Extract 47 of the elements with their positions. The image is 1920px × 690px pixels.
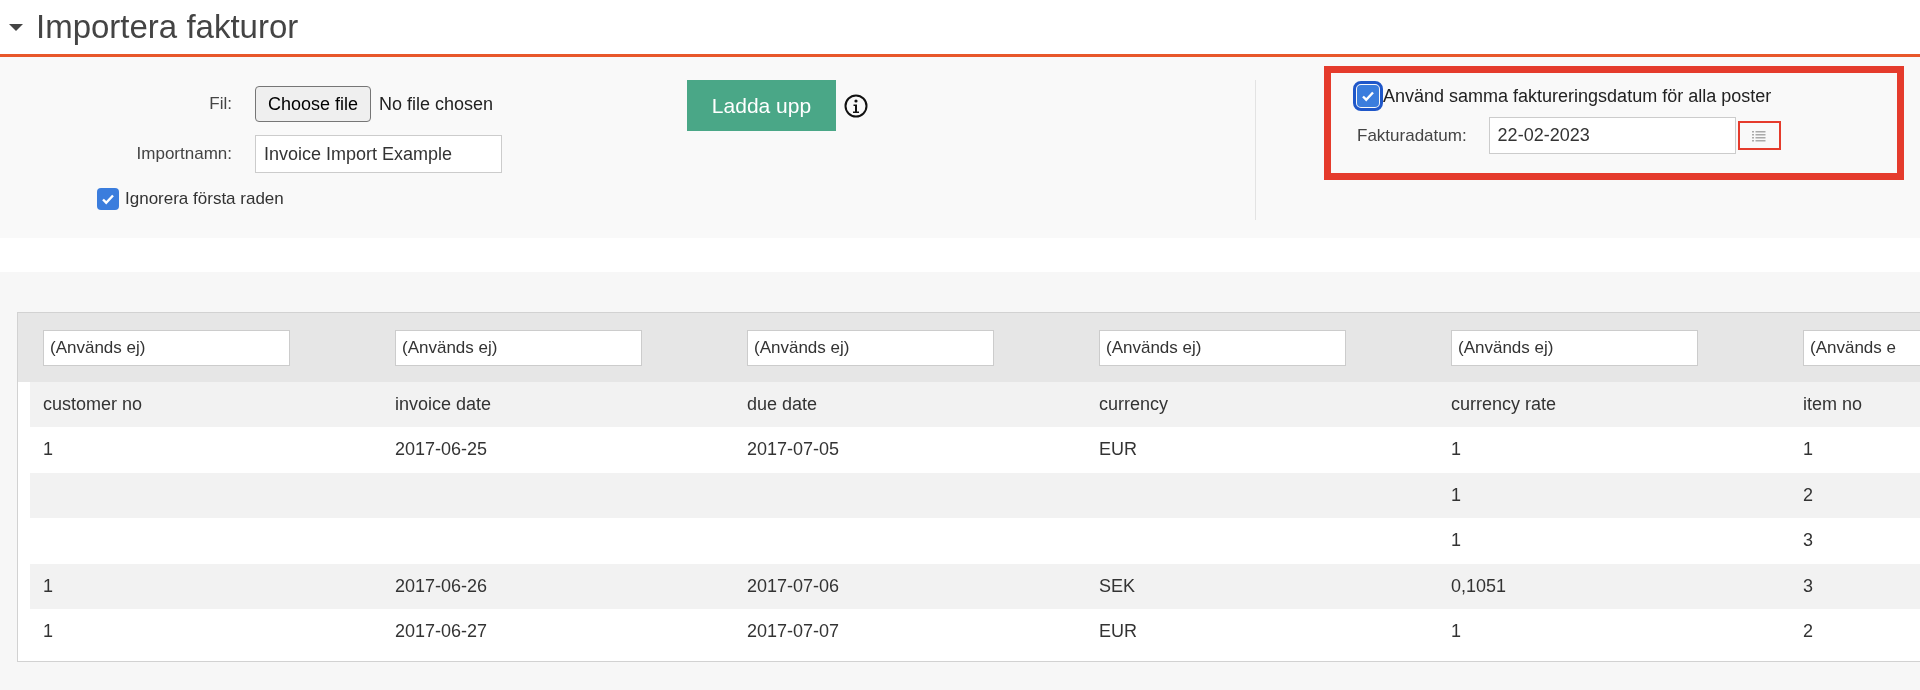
choose-file-button[interactable]: Choose file xyxy=(255,86,372,122)
table-cell-text: 2017-07-05 xyxy=(746,439,841,461)
column-mapping-field[interactable]: (Används ej) xyxy=(1099,329,1346,366)
column-header: due date xyxy=(746,394,819,415)
file-label: Fil: xyxy=(208,94,232,114)
table-cell-text: 1 xyxy=(1450,621,1462,643)
checkbox[interactable] xyxy=(97,188,119,210)
import-name-label: Importnamn: xyxy=(135,144,232,164)
table-cell-text: 0,1051 xyxy=(1450,575,1508,597)
table-cell-text: 3 xyxy=(1802,530,1814,552)
invoice-date-field[interactable]: 22-02-2023 xyxy=(1488,117,1736,154)
column-header: item no xyxy=(1802,394,1864,415)
column-mapping-field[interactable]: (Används ej) xyxy=(1451,329,1698,366)
table-cell-text: 2017-07-06 xyxy=(746,575,841,597)
checkbox-label: Använd samma faktureringsdatum för alla poster xyxy=(1383,85,1772,107)
table-cell-text: EUR xyxy=(1098,621,1138,643)
table-cell-text: 2017-06-27 xyxy=(394,621,489,643)
table-cell-text: 2017-06-26 xyxy=(394,575,489,597)
table-cell-text: 2 xyxy=(1802,484,1814,506)
section-title: Importera fakturor xyxy=(36,8,299,46)
column-mapping-field[interactable]: (Används e xyxy=(1803,329,1920,366)
table-cell-text: 3 xyxy=(1802,575,1814,597)
table-cell-text: SEK xyxy=(1098,575,1137,597)
table-cell-text: 1 xyxy=(42,575,54,597)
info-icon[interactable] xyxy=(844,93,868,118)
invoice-date-label: Fakturadatum: xyxy=(1357,125,1467,146)
table-cell-text: 1 xyxy=(1450,439,1462,461)
column-mapping-field[interactable]: (Används ej) xyxy=(43,329,290,366)
column-header: invoice date xyxy=(394,394,493,415)
table-cell-text: 1 xyxy=(1450,530,1462,552)
column-header: customer no xyxy=(42,394,144,415)
table-cell-text: EUR xyxy=(1098,439,1138,461)
table-cell-text: 1 xyxy=(1802,439,1814,461)
column-mapping-field[interactable]: (Används ej) xyxy=(747,329,994,366)
table-cell-text: 1 xyxy=(42,439,54,461)
file-status: No file chosen xyxy=(379,93,494,115)
import-name-field[interactable]: Invoice Import Example xyxy=(255,135,502,173)
table-cell-text: 2017-07-07 xyxy=(746,621,841,643)
table-cell-text: 1 xyxy=(42,621,54,643)
column-mapping-field[interactable]: (Används ej) xyxy=(395,329,642,366)
column-header: currency xyxy=(1098,394,1170,415)
table-cell-text: 2 xyxy=(1802,621,1814,643)
list-icon[interactable] xyxy=(1737,121,1781,150)
checkbox-label: Ignorera första raden xyxy=(125,189,284,209)
table-cell-text: 2017-06-25 xyxy=(394,439,489,461)
column-header: currency rate xyxy=(1450,394,1558,415)
table-cell-text: 1 xyxy=(1450,484,1462,506)
